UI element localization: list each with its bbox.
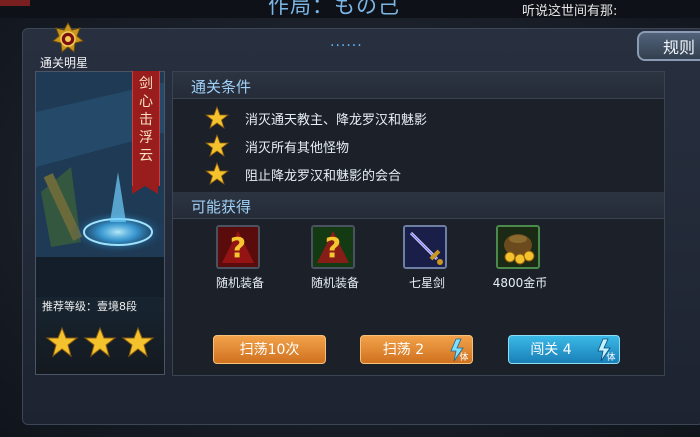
- ribbon-tip: [132, 186, 158, 194]
- stamina-icon: 体: [450, 338, 469, 362]
- rating-star-icon: [83, 326, 117, 358]
- reward-label: 4800金币: [492, 276, 548, 290]
- gold-coins-icon: [496, 225, 540, 269]
- rewards-heading: 可能获得: [191, 198, 252, 216]
- rating-star-icon: [121, 326, 155, 358]
- star-icon: [205, 162, 229, 186]
- condition-text: 消灭所有其他怪物: [245, 141, 350, 156]
- corner-decoration: [0, 0, 30, 6]
- clear-star-badge-icon: [51, 22, 85, 53]
- page-title: 作局：もの己: [268, 0, 400, 18]
- sweep-label: 扫荡 2: [382, 342, 425, 358]
- top-bar: 作局：もの己 听说这世间有那:: [0, 0, 700, 18]
- challenge-label: 闯关 4: [530, 342, 572, 358]
- condition-text: 阻止降龙罗汉和魅影的会合: [245, 169, 402, 184]
- svg-text:?: ?: [230, 231, 246, 264]
- stamina-glyph: 体: [606, 351, 615, 362]
- stamina-icon: 体: [597, 338, 616, 362]
- conditions-heading: 通关条件: [191, 78, 252, 96]
- rewards-header: 可能获得: [173, 192, 664, 219]
- sweep-10-button[interactable]: 扫荡10次: [213, 335, 326, 364]
- page-indicator: ......: [330, 34, 363, 50]
- reward-label: 七星剑: [408, 276, 445, 290]
- star-icon: [205, 106, 229, 130]
- stamina-glyph: 体: [459, 351, 468, 362]
- condition-text: 消灭通天教主、降龙罗汉和魅影: [245, 113, 428, 128]
- stage-star-rating: [45, 326, 155, 358]
- conditions-header: 通关条件: [173, 72, 664, 99]
- reward-label: 随机装备: [310, 276, 359, 290]
- stage-name: 剑心击浮云: [139, 76, 153, 164]
- stage-details: 通关条件 消灭通天教主、降龙罗汉和魅影 消灭所有其他怪物 阻止降龙罗汉和魅影的会…: [172, 71, 665, 376]
- challenge-button[interactable]: 闯关 4 体: [508, 335, 620, 364]
- rules-button[interactable]: 规则: [637, 31, 700, 61]
- reward-label: 随机装备: [215, 276, 264, 290]
- svg-text:?: ?: [325, 231, 341, 264]
- badge-label: 通关明星: [40, 56, 89, 70]
- sweep-button[interactable]: 扫荡 2 体: [360, 335, 473, 364]
- recommended-level: 推荐等级：壹境8段: [42, 300, 137, 313]
- random-equipment-icon: ?: [311, 225, 355, 269]
- rumor-text: 听说这世间有那:: [522, 4, 618, 18]
- random-equipment-icon: ?: [216, 225, 260, 269]
- rating-star-icon: [45, 326, 79, 358]
- seven-star-sword-icon: [403, 225, 447, 269]
- star-icon: [205, 134, 229, 158]
- stage-name-ribbon: 剑心击浮云: [132, 71, 160, 186]
